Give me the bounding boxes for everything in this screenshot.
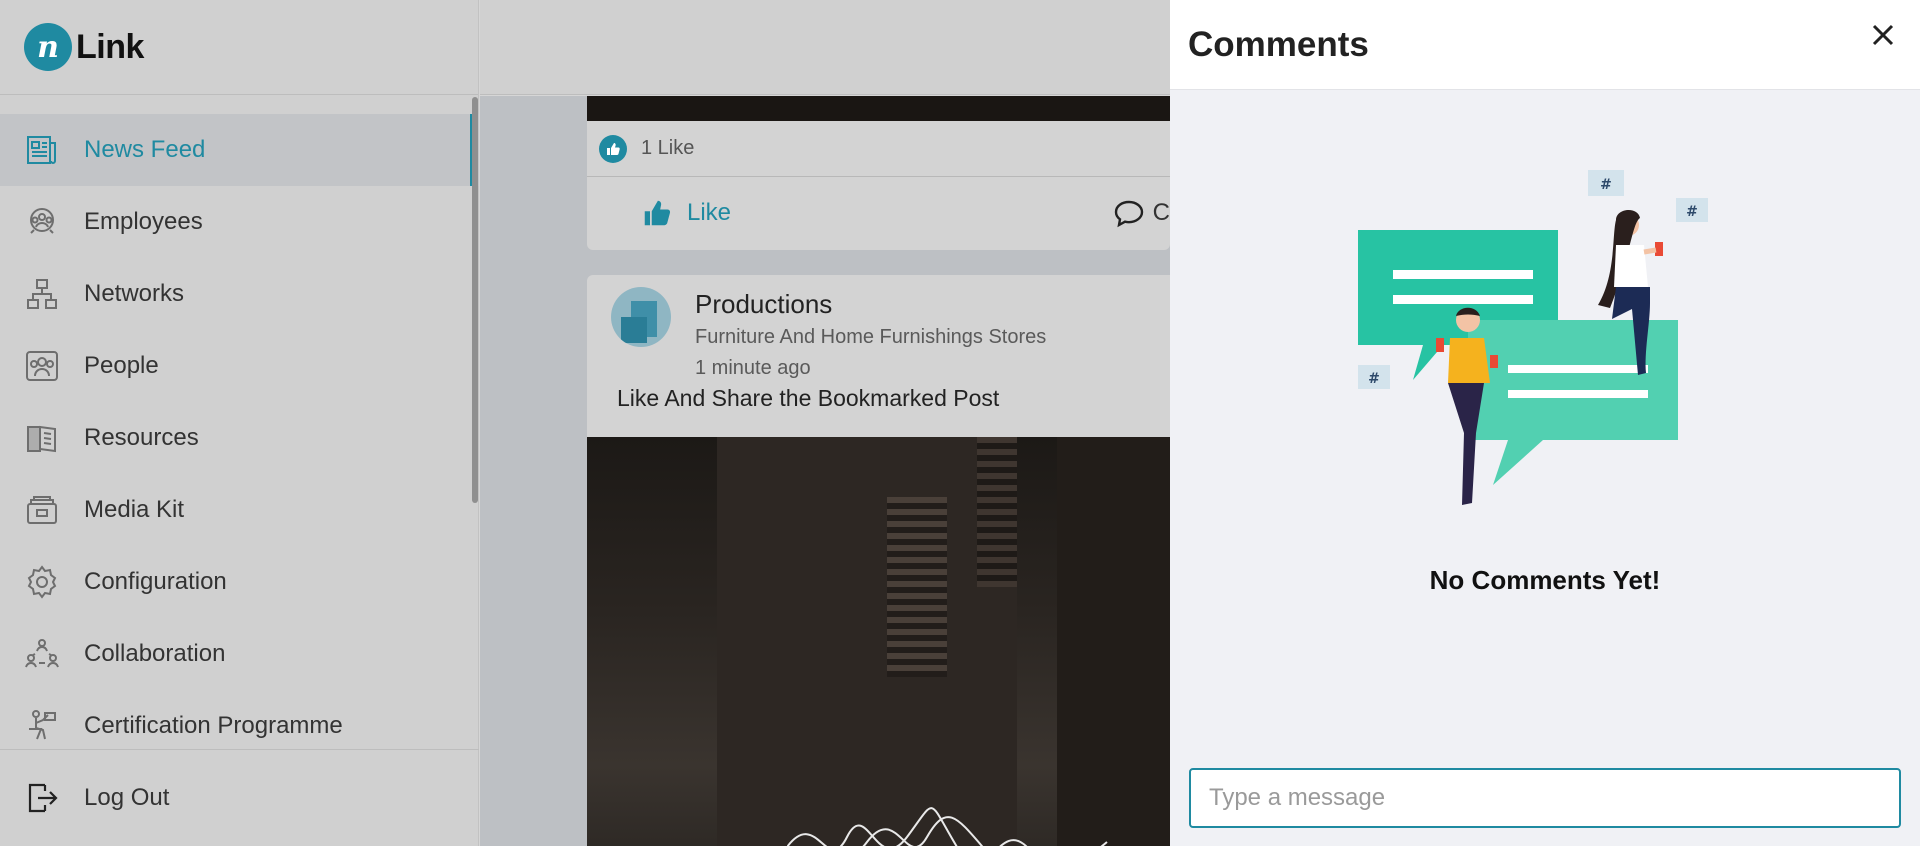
logout-button[interactable]: Log Out	[0, 749, 479, 846]
brand-logo-icon: n	[24, 23, 72, 71]
people-icon	[24, 348, 60, 384]
sidebar-item-networks[interactable]: Networks	[0, 258, 479, 330]
thumbs-up-icon	[644, 200, 671, 226]
sidebar-item-label: Configuration	[84, 568, 227, 595]
logout-label: Log Out	[84, 784, 170, 811]
light-trail-shape	[787, 807, 1108, 846]
post-author[interactable]: Productions	[695, 289, 1046, 320]
sidebar-item-news-feed[interactable]: News Feed	[0, 114, 479, 186]
sidebar-nav: News Feed Employees Networks People Reso…	[0, 114, 479, 762]
newspaper-icon	[24, 132, 60, 168]
panel-title: Comments	[1188, 24, 1369, 64]
brand[interactable]: n Link	[0, 0, 478, 95]
like-button-label: Like	[687, 199, 732, 226]
post-timestamp: 1 minute ago	[695, 357, 811, 379]
speech-bubble-icon	[1114, 200, 1143, 228]
post-category: Furniture And Home Furnishings Stores	[695, 326, 1047, 348]
brand-name: Link	[76, 27, 144, 66]
post-image[interactable]	[587, 437, 1170, 846]
comment-button[interactable]: C	[1113, 197, 1170, 229]
news-feed: 1 Like Like C Productions Furniture And …	[480, 96, 1170, 846]
collaboration-icon	[24, 636, 60, 672]
post-image	[587, 96, 1170, 121]
message-input[interactable]	[1189, 768, 1901, 828]
close-button[interactable]	[1868, 20, 1898, 50]
sidebar-item-people[interactable]: People	[0, 330, 479, 402]
sidebar-item-label: News Feed	[84, 136, 206, 163]
comments-header: Comments	[1170, 0, 1920, 90]
top-bar	[480, 0, 1170, 95]
post-card-previous: 1 Like Like C	[587, 96, 1170, 250]
vent-shape	[887, 497, 947, 677]
post-card: Productions Furniture And Home Furnishin…	[587, 275, 1170, 846]
post-meta: Productions Furniture And Home Furnishin…	[695, 287, 1046, 385]
post-header: Productions Furniture And Home Furnishin…	[587, 275, 1170, 385]
comment-button-label: C	[1152, 199, 1170, 226]
close-icon	[1872, 24, 1894, 46]
post-text: Like And Share the Bookmarked Post	[617, 385, 1000, 411]
svg-text:#: #	[1600, 177, 1612, 193]
network-icon	[24, 276, 60, 312]
sidebar-item-employees[interactable]: Employees	[0, 186, 479, 258]
media-kit-icon	[24, 492, 60, 528]
comments-panel: Comments # # # No Comments Yet! Type a m…	[1170, 0, 1920, 846]
sidebar-item-label: Collaboration	[84, 640, 226, 667]
sidebar: n Link News Feed Employees Networks Peop…	[0, 0, 479, 846]
thumbs-up-badge-icon	[599, 134, 627, 163]
sidebar-item-resources[interactable]: Resources	[0, 402, 479, 474]
likes-summary[interactable]: 1 Like	[587, 121, 1170, 177]
sidebar-scrollbar[interactable]	[472, 97, 478, 503]
avatar-shape	[621, 317, 647, 343]
likes-count: 1 Like	[641, 137, 695, 159]
sidebar-item-label: Resources	[84, 424, 199, 451]
empty-state-message: No Comments Yet!	[1429, 565, 1661, 595]
sidebar-item-collaboration[interactable]: Collaboration	[0, 618, 479, 690]
avatar[interactable]	[611, 287, 671, 347]
svg-text:#: #	[1686, 204, 1698, 220]
certification-icon	[24, 708, 60, 744]
vent-shape	[977, 437, 1017, 587]
sidebar-item-configuration[interactable]: Configuration	[0, 546, 479, 618]
sidebar-item-label: Certification Programme	[84, 712, 343, 739]
sidebar-item-label: Networks	[84, 280, 185, 307]
svg-text:#: #	[1368, 371, 1380, 387]
sidebar-item-label: Media Kit	[84, 496, 185, 523]
empty-comments-illustration: # # #	[1358, 170, 1708, 505]
sidebar-item-label: Employees	[84, 208, 203, 235]
sidebar-item-media-kit[interactable]: Media Kit	[0, 474, 479, 546]
gear-icon	[24, 564, 60, 600]
like-button[interactable]: Like	[643, 199, 731, 227]
employees-icon	[24, 204, 60, 240]
sidebar-item-label: People	[84, 352, 159, 379]
book-icon	[24, 420, 60, 456]
post-actions: Like C	[587, 177, 1170, 249]
logout-icon	[24, 780, 60, 816]
